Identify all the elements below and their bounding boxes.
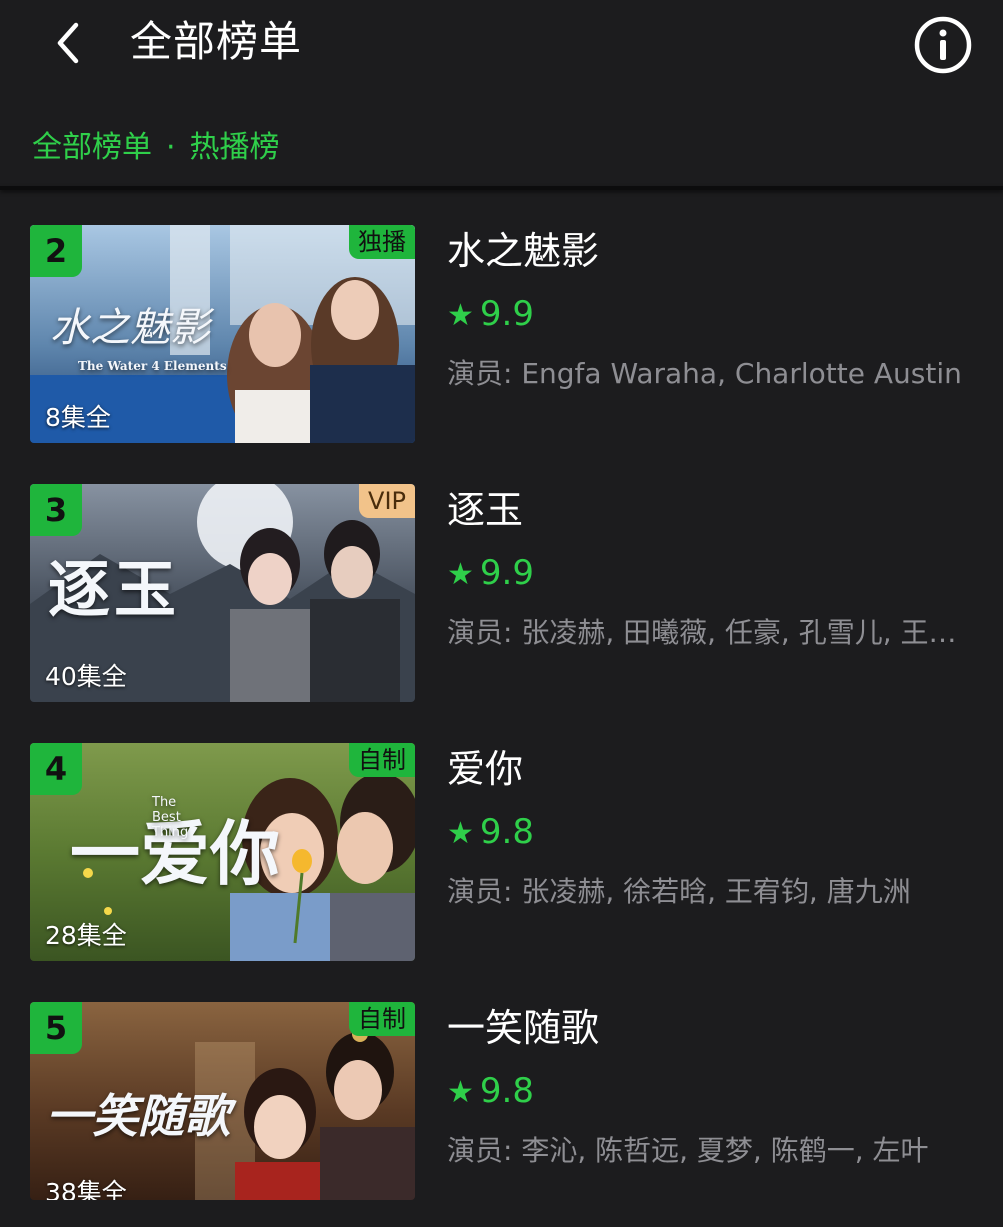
- rank-badge: 4: [30, 743, 82, 795]
- show-title[interactable]: 逐玉: [447, 485, 523, 535]
- poster-thumbnail[interactable]: 一笑随歌 5 自制 38集全: [30, 1002, 415, 1200]
- poster-thumbnail[interactable]: 逐玉 3 VIP 40集全: [30, 484, 415, 702]
- rank-badge: 3: [30, 484, 82, 536]
- breadcrumb-all-rankings[interactable]: 全部榜单: [32, 130, 152, 165]
- star-icon: ★: [447, 557, 474, 592]
- list-item[interactable]: 逐玉 3 VIP 40集全 逐玉 ★ 9.9 演员: 张凌赫, 田曦薇, 任豪, …: [0, 449, 1003, 709]
- show-title[interactable]: 一笑随歌: [447, 1003, 599, 1053]
- list-item[interactable]: 水之魅影 The Water 4 Elements 2 独播 8集全 水之魅影 …: [0, 190, 1003, 450]
- chevron-left-icon: [57, 22, 79, 64]
- original-tag: 自制: [349, 743, 415, 777]
- star-icon: ★: [447, 298, 474, 333]
- exclusive-tag: 独播: [349, 225, 415, 259]
- poster-title: 水之魅影: [50, 305, 210, 351]
- page-title: 全部榜单: [130, 17, 303, 66]
- info-circle-icon: [914, 16, 972, 74]
- info-button[interactable]: [912, 14, 974, 76]
- cast-list: 演员: 张凌赫, 田曦薇, 任豪, 孔雪儿, 王星越: [447, 616, 967, 649]
- star-icon: ★: [447, 1075, 474, 1110]
- show-title[interactable]: 水之魅影: [447, 226, 599, 276]
- cast-list: 演员: Engfa Waraha, Charlotte Austin: [447, 357, 962, 390]
- breadcrumb-hot-ranking[interactable]: 热播榜: [190, 130, 280, 165]
- show-title[interactable]: 爱你: [447, 744, 523, 794]
- breadcrumb-separator: ·: [166, 130, 176, 165]
- list-item[interactable]: 一爱你 The Best Thing 4 自制 28集全 爱你 ★ 9.8 演员:…: [0, 708, 1003, 968]
- cast-list: 演员: 张凌赫, 徐若晗, 王宥钧, 唐九洲: [447, 875, 911, 908]
- poster-thumbnail[interactable]: 一爱你 The Best Thing 4 自制 28集全: [30, 743, 415, 961]
- rating: ★ 9.9: [447, 292, 534, 338]
- list-item[interactable]: 一笑随歌 5 自制 38集全 一笑随歌 ★ 9.8 演员: 李沁, 陈哲远, 夏梦…: [0, 967, 1003, 1227]
- rating-value: 9.8: [479, 812, 534, 852]
- episode-count: 40集全: [45, 662, 127, 691]
- vip-tag: VIP: [359, 484, 415, 518]
- poster-title: 逐玉: [48, 553, 181, 626]
- app-header: 全部榜单: [0, 0, 1003, 90]
- poster-title: 一笑随歌: [46, 1089, 230, 1143]
- poster-subtitle: The Best Thing: [152, 795, 189, 840]
- rating: ★ 9.9: [447, 551, 534, 597]
- episode-count: 8集全: [45, 403, 111, 432]
- rating-value: 9.9: [479, 294, 534, 334]
- poster-thumbnail[interactable]: 水之魅影 The Water 4 Elements 2 独播 8集全: [30, 225, 415, 443]
- breadcrumb: 全部榜单 · 热播榜: [32, 126, 280, 170]
- rating-value: 9.9: [479, 553, 534, 593]
- back-button[interactable]: [48, 18, 92, 68]
- episode-count: 28集全: [45, 921, 127, 950]
- star-icon: ★: [447, 816, 474, 851]
- original-tag: 自制: [349, 1002, 415, 1036]
- rank-badge: 2: [30, 225, 82, 277]
- rating-value: 9.8: [479, 1071, 534, 1111]
- rank-badge: 5: [30, 1002, 82, 1054]
- poster-subtitle: The Water 4 Elements: [78, 359, 227, 373]
- episode-count: 38集全: [45, 1178, 127, 1200]
- rating: ★ 9.8: [447, 810, 534, 856]
- rating: ★ 9.8: [447, 1069, 534, 1115]
- cast-list: 演员: 李沁, 陈哲远, 夏梦, 陈鹤一, 左叶: [447, 1134, 929, 1167]
